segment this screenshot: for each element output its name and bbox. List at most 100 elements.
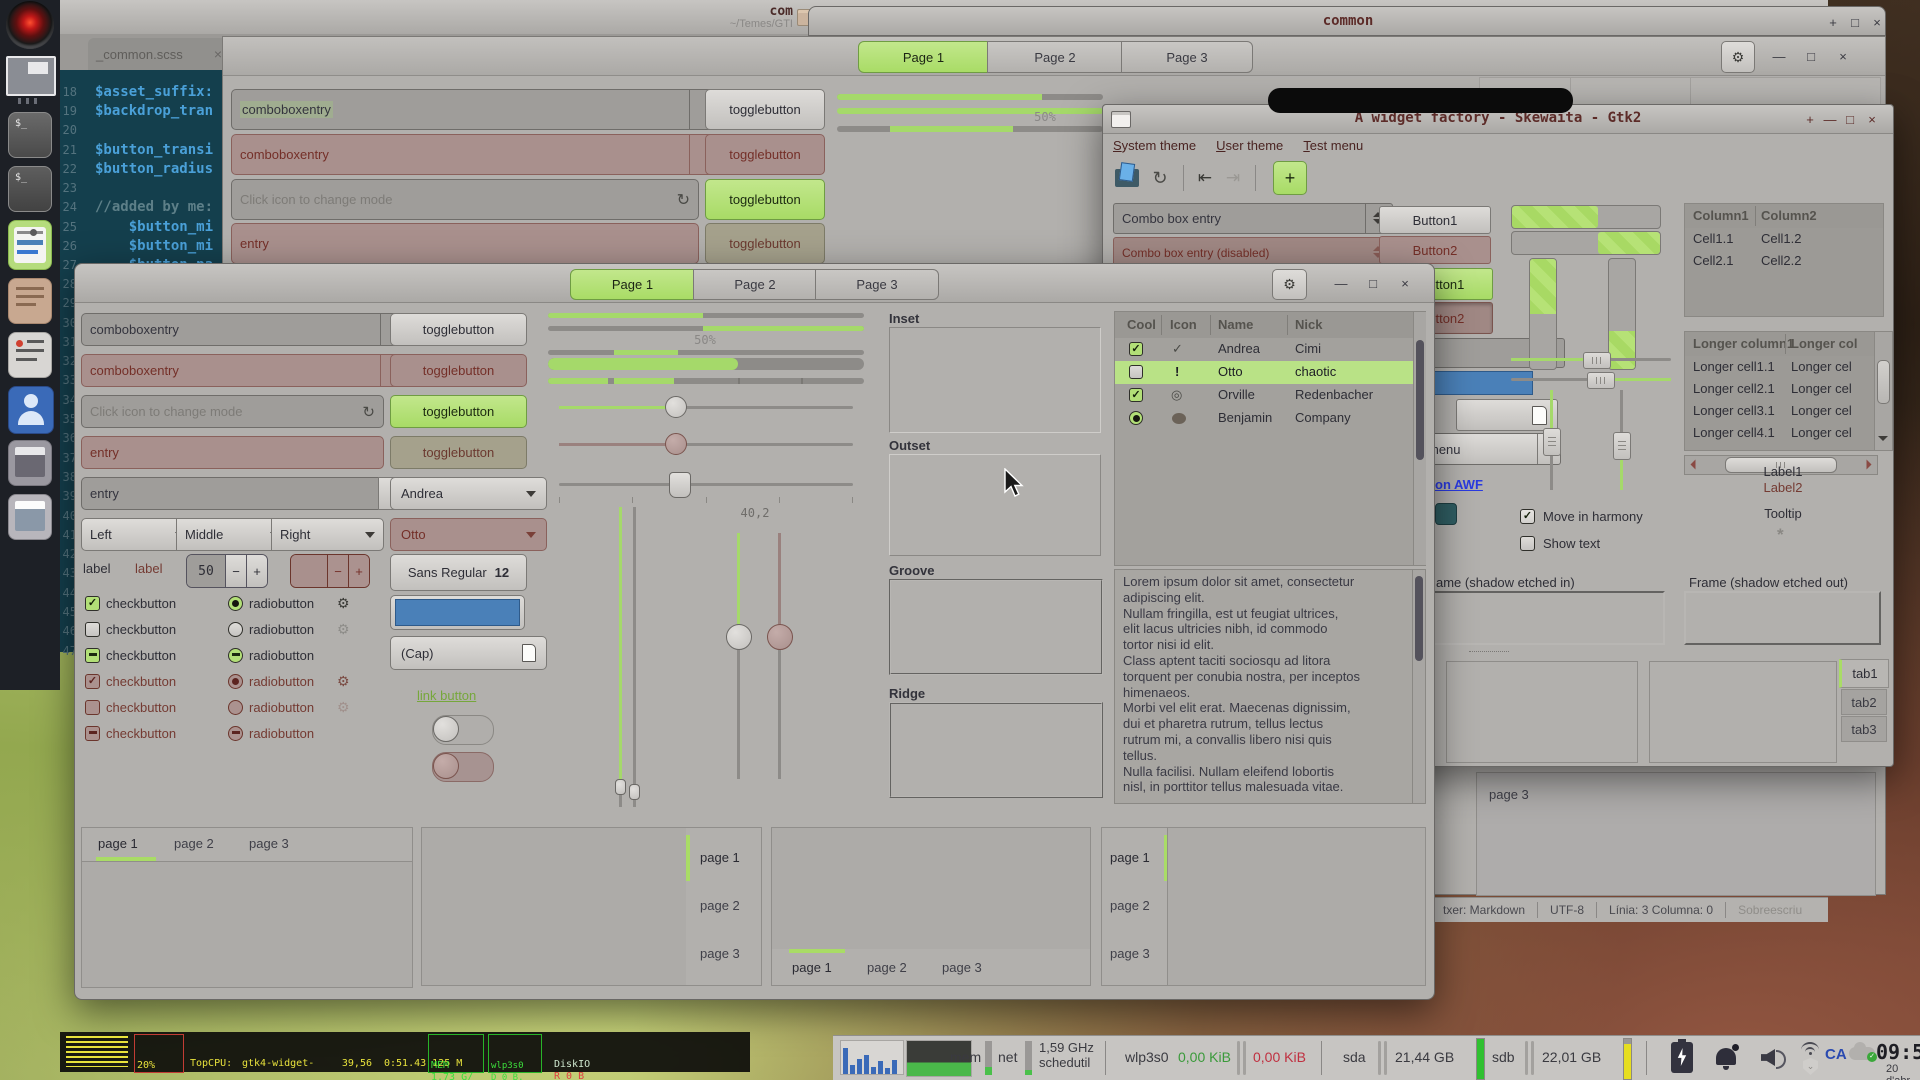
table-row[interactable]: Longer cell4.1Longer cel (1685, 422, 1875, 444)
slider-handle[interactable] (1583, 352, 1611, 369)
front-headerbar[interactable]: Page 1 Page 2 Page 3 ⚙ — □ × (75, 264, 1434, 303)
front-font-button[interactable]: Sans Regular12 (390, 554, 527, 591)
front-color-button[interactable] (390, 595, 525, 630)
common-restore-button[interactable]: □ (1796, 41, 1826, 71)
nb-tab[interactable]: page 2 (700, 898, 740, 913)
front-vscale-gray[interactable] (629, 507, 641, 807)
common-tab-page2[interactable]: Page 2 (987, 41, 1123, 73)
slider-handle[interactable] (1613, 432, 1631, 460)
nb-tab[interactable]: page 3 (942, 960, 982, 975)
combo-right[interactable]: Right (271, 518, 384, 551)
common-togglebutton4[interactable]: togglebutton (705, 223, 825, 264)
front-minimize-button[interactable]: — (1326, 269, 1356, 298)
battery-icon[interactable] (1671, 1042, 1693, 1073)
nb-tab[interactable]: page 2 (174, 836, 214, 851)
common-entry[interactable]: entry (231, 223, 699, 264)
scroll-down-icon[interactable] (1877, 430, 1888, 446)
gtk2-vslider2[interactable] (1613, 390, 1629, 490)
front-tab-page2[interactable]: Page 2 (693, 269, 817, 300)
clipboard-icon[interactable] (8, 278, 52, 324)
cloud-sync-icon[interactable]: ✓ (1849, 1047, 1875, 1060)
slider-handle[interactable] (1587, 372, 1615, 389)
checkbox-unchecked[interactable] (85, 622, 100, 637)
gtk2-color-swatch[interactable] (1435, 503, 1457, 525)
common-mode-entry[interactable]: Click icon to change mode ↻ (231, 179, 699, 220)
common-comboboxentry1[interactable]: comboboxentry (231, 89, 731, 130)
menu-system-theme[interactable]: System theme (1103, 138, 1206, 153)
radio-unselected[interactable] (228, 622, 243, 637)
terminal-icon[interactable]: $_ (8, 166, 52, 212)
nb-tab[interactable]: page 2 (867, 960, 907, 975)
gtk2-table2[interactable]: Longer column1 Longer col Longer cell1.1… (1684, 331, 1876, 451)
nb-tab-active[interactable]: page 1 (700, 850, 740, 865)
widget-factory-icon[interactable] (8, 220, 52, 270)
refresh-icon[interactable]: ↻ (677, 190, 690, 210)
menu-test-menu[interactable]: Test menu (1293, 138, 1373, 153)
slider-handle[interactable] (726, 624, 752, 650)
row-checkbox[interactable] (1129, 365, 1143, 379)
checkbox-checked[interactable]: ✓ (85, 596, 100, 611)
cpu-freq-block[interactable]: 1,59 GHz schedutil (1039, 1040, 1094, 1070)
table-row[interactable]: ✓ ✓ Andrea Cimi (1115, 338, 1413, 361)
front-entry-red[interactable]: entry (81, 436, 384, 469)
table-row[interactable]: Cell1.1 Cell1.2 (1685, 228, 1883, 250)
shield-icon[interactable]: ⌄ (1803, 1058, 1818, 1075)
column-header[interactable]: Column2 (1761, 208, 1817, 223)
table-row[interactable]: Longer cell2.1Longer cel (1685, 378, 1875, 400)
gtk2-menu-combo[interactable]: menu (1421, 433, 1561, 465)
column-header[interactable]: Longer col (1791, 336, 1857, 351)
gtk2-button2[interactable]: Button2 (1379, 236, 1491, 264)
statusbar-mode[interactable]: Sobreescriu (1738, 903, 1802, 917)
column-header-nick[interactable]: Nick (1295, 317, 1322, 332)
scrollbar-thumb[interactable] (1416, 340, 1424, 460)
table-row[interactable]: Cell2.1 Cell2.2 (1685, 250, 1883, 272)
go-last-icon[interactable]: ⇥ (1221, 167, 1245, 189)
gtk2-link[interactable]: on AWF (1435, 477, 1483, 492)
clock[interactable]: 09:53 (1876, 1040, 1920, 1064)
nb-tab-active[interactable]: page 1 (792, 960, 832, 975)
common-comboboxentry2[interactable]: comboboxentry (231, 134, 731, 175)
add-button[interactable]: + (1273, 161, 1307, 195)
column-header-name[interactable]: Name (1218, 317, 1253, 332)
front-table[interactable]: Cool Icon Name Nick ✓ ✓ Andrea Cimi ! Ot… (1114, 311, 1426, 566)
front-textview[interactable]: Lorem ipsum dolor sit amet, consectetur … (1114, 569, 1426, 804)
notification-bell-icon[interactable] (1713, 1044, 1739, 1070)
scrollbar-thumb[interactable] (1415, 576, 1423, 661)
scrollbar-thumb[interactable] (1877, 360, 1890, 404)
front-spinbutton[interactable]: 50 − + (186, 554, 268, 588)
row-radio[interactable] (1129, 411, 1143, 425)
common-togglebutton3[interactable]: togglebutton (705, 179, 825, 220)
sda-label[interactable]: sda (1343, 1049, 1366, 1065)
front-menu-button[interactable]: ⚙ (1272, 269, 1307, 300)
terminal-icon[interactable]: $_ (8, 112, 52, 158)
front-hslider-marks[interactable] (548, 471, 864, 505)
table-row-selected[interactable]: ! Otto chaotic (1115, 361, 1413, 384)
gtk2-side-tab1[interactable]: tab1 (1839, 659, 1889, 688)
gtk2-side-tab3[interactable]: tab3 (1841, 716, 1887, 742)
front-togglebutton4[interactable]: togglebutton (390, 436, 527, 469)
column-header-icon[interactable]: Icon (1170, 317, 1197, 332)
front-tab-page3[interactable]: Page 3 (815, 269, 939, 300)
common-togglebutton2[interactable]: togglebutton (705, 134, 825, 175)
front-hslider1[interactable] (548, 396, 864, 418)
textview-vscrollbar[interactable] (1412, 570, 1425, 803)
front-close-button[interactable]: × (1390, 269, 1420, 298)
table-row[interactable]: Longer cell3.1Longer cel (1685, 400, 1875, 422)
gtk2-hslider1[interactable] (1511, 351, 1671, 368)
mem-meter[interactable] (985, 1041, 992, 1075)
tab-close-icon[interactable]: × (214, 46, 222, 62)
switch-knob[interactable] (433, 716, 459, 742)
sdb-label[interactable]: sdb (1492, 1049, 1515, 1065)
front-tab-page1[interactable]: Page 1 (570, 269, 695, 300)
front-comboboxentry1[interactable]: comboboxentry (81, 313, 412, 346)
editor-tab[interactable]: _common.scss × (88, 38, 230, 70)
gtk2-side-tab2[interactable]: tab2 (1841, 689, 1887, 715)
common-menu-button[interactable]: ⚙ (1721, 41, 1755, 73)
table-row[interactable]: ✓ ◎ Orville Redenbacher (1115, 384, 1413, 407)
common-close-button2[interactable]: × (1828, 41, 1858, 71)
nb-tab[interactable]: page 3 (249, 836, 289, 851)
window-icon[interactable] (8, 494, 52, 540)
gtk2-check-showtext[interactable]: Show text (1520, 534, 1600, 552)
common-plus-button[interactable]: + (1823, 12, 1843, 32)
front-restore-button[interactable]: □ (1358, 269, 1388, 298)
